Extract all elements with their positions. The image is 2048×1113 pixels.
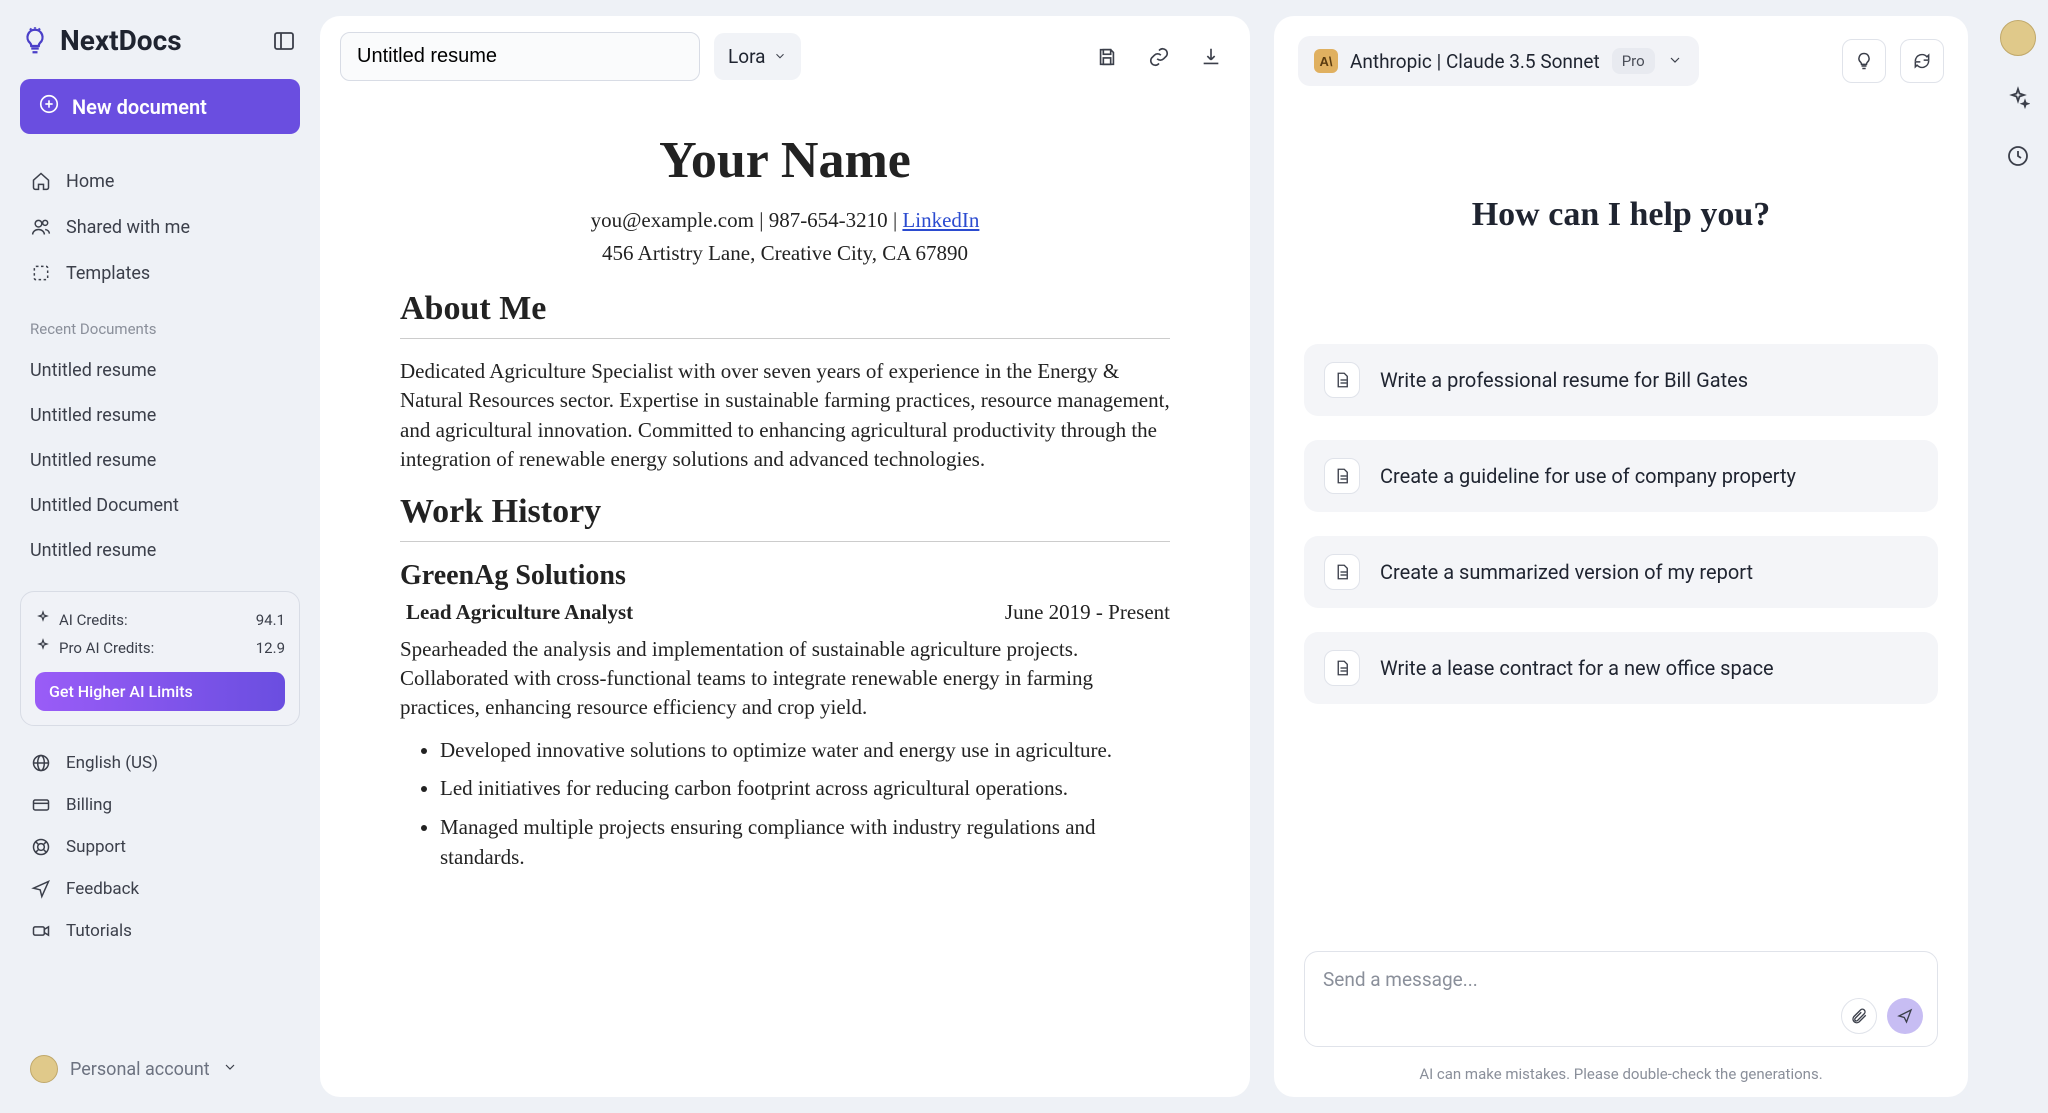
sidebar-collapse-button[interactable] [268,25,300,57]
pro-credits-value: 12.9 [256,639,285,657]
credit-card-icon [30,794,52,816]
users-icon [30,216,52,238]
recent-document[interactable]: Untitled resume [20,395,300,436]
list-item: Developed innovative solutions to optimi… [440,735,1170,765]
sparkle-icon [35,638,51,658]
font-selector[interactable]: Lora [714,33,801,80]
ai-credits-value: 94.1 [256,611,285,629]
about-text: Dedicated Agriculture Specialist with ov… [400,357,1170,475]
ai-disclaimer: AI can make mistakes. Please double-chec… [1274,1059,1968,1097]
job-bullets: Developed innovative solutions to optimi… [400,735,1170,873]
life-buoy-icon [30,836,52,858]
recent-documents-list: Untitled resume Untitled resume Untitled… [20,350,300,571]
document-panel: Lora Your Name you@example.com | 987-654… [320,16,1250,1097]
job-summary: Spearheaded the analysis and implementat… [400,635,1170,723]
avatar [30,1055,58,1083]
resume-name: Your Name [400,131,1170,190]
recent-documents-header: Recent Documents [20,300,300,344]
account-switcher[interactable]: Personal account [20,1045,300,1093]
recent-document[interactable]: Untitled resume [20,440,300,481]
document-icon [1324,458,1360,494]
language-selector[interactable]: English (US) [20,744,300,782]
ai-input-placeholder: Send a message... [1323,968,1478,991]
ai-greeting: How can I help you? [1274,196,1968,234]
ai-panel: A\ Anthropic | Claude 3.5 Sonnet Pro How… [1274,16,1968,1097]
document-icon [1324,554,1360,590]
history-button[interactable] [2002,140,2034,172]
new-document-button[interactable]: New document [20,79,300,134]
recent-document[interactable]: Untitled resume [20,530,300,571]
model-selector[interactable]: A\ Anthropic | Claude 3.5 Sonnet Pro [1298,36,1699,86]
ai-message-input[interactable]: Send a message... [1304,951,1938,1047]
company-name: GreenAg Solutions [400,560,1170,592]
nav-billing[interactable]: Billing [20,786,300,824]
get-higher-limits-button[interactable]: Get Higher AI Limits [35,672,285,711]
user-avatar[interactable] [2000,20,2036,56]
contact-line: you@example.com | 987-654-3210 | LinkedI… [400,208,1170,233]
ideas-button[interactable] [1842,39,1886,83]
suggestion-card[interactable]: Create a summarized version of my report [1304,536,1938,608]
nav-shared[interactable]: Shared with me [20,206,300,248]
sparkle-icon [35,610,51,630]
download-button[interactable] [1192,38,1230,76]
list-item: Led initiatives for reducing carbon foot… [440,773,1170,803]
sidebar: NextDocs New document Home Shared with m… [0,0,320,1113]
brand-name: NextDocs [60,24,182,57]
share-link-button[interactable] [1140,38,1178,76]
suggestion-card[interactable]: Write a professional resume for Bill Gat… [1304,344,1938,416]
document-icon [1324,362,1360,398]
document-content[interactable]: Your Name you@example.com | 987-654-3210… [320,91,1250,1097]
nav-support[interactable]: Support [20,828,300,866]
recent-document[interactable]: Untitled resume [20,350,300,391]
document-title-input[interactable] [340,32,700,81]
right-rail [1988,0,2048,1113]
globe-icon [30,752,52,774]
save-button[interactable] [1088,38,1126,76]
template-icon [30,262,52,284]
document-icon [1324,650,1360,686]
lightbulb-icon [20,26,50,56]
anthropic-logo-icon: A\ [1314,49,1338,73]
work-history-heading: Work History [400,493,1170,531]
about-heading: About Me [400,290,1170,328]
nav-tutorials[interactable]: Tutorials [20,912,300,950]
suggestion-card[interactable]: Create a guideline for use of company pr… [1304,440,1938,512]
refresh-button[interactable] [1900,39,1944,83]
attach-button[interactable] [1841,998,1877,1034]
video-icon [30,920,52,942]
list-item: Managed multiple projects ensuring compl… [440,812,1170,873]
chevron-down-icon [1667,50,1683,73]
ai-sparkle-button[interactable] [2002,82,2034,114]
chevron-down-icon [773,45,787,68]
nav-home[interactable]: Home [20,160,300,202]
recent-document[interactable]: Untitled Document [20,485,300,526]
ai-credits-card: AI Credits: 94.1 Pro AI Credits: 12.9 Ge… [20,591,300,726]
chevron-down-icon [222,1059,238,1080]
ai-suggestions: Write a professional resume for Bill Gat… [1274,344,1968,704]
pro-badge: Pro [1612,48,1655,74]
send-icon [30,878,52,900]
send-button[interactable] [1887,998,1923,1034]
brand[interactable]: NextDocs [20,24,182,57]
linkedin-link[interactable]: LinkedIn [902,208,979,232]
document-toolbar: Lora [320,16,1250,91]
nav-templates[interactable]: Templates [20,252,300,294]
home-icon [30,170,52,192]
model-name: Anthropic | Claude 3.5 Sonnet [1350,50,1600,73]
new-document-label: New document [72,95,207,119]
job-title: Lead Agriculture Analyst [400,600,633,625]
suggestion-card[interactable]: Write a lease contract for a new office … [1304,632,1938,704]
nav-feedback[interactable]: Feedback [20,870,300,908]
plus-circle-icon [38,93,60,120]
address-line: 456 Artistry Lane, Creative City, CA 678… [400,241,1170,266]
job-dates: June 2019 - Present [1005,600,1170,625]
